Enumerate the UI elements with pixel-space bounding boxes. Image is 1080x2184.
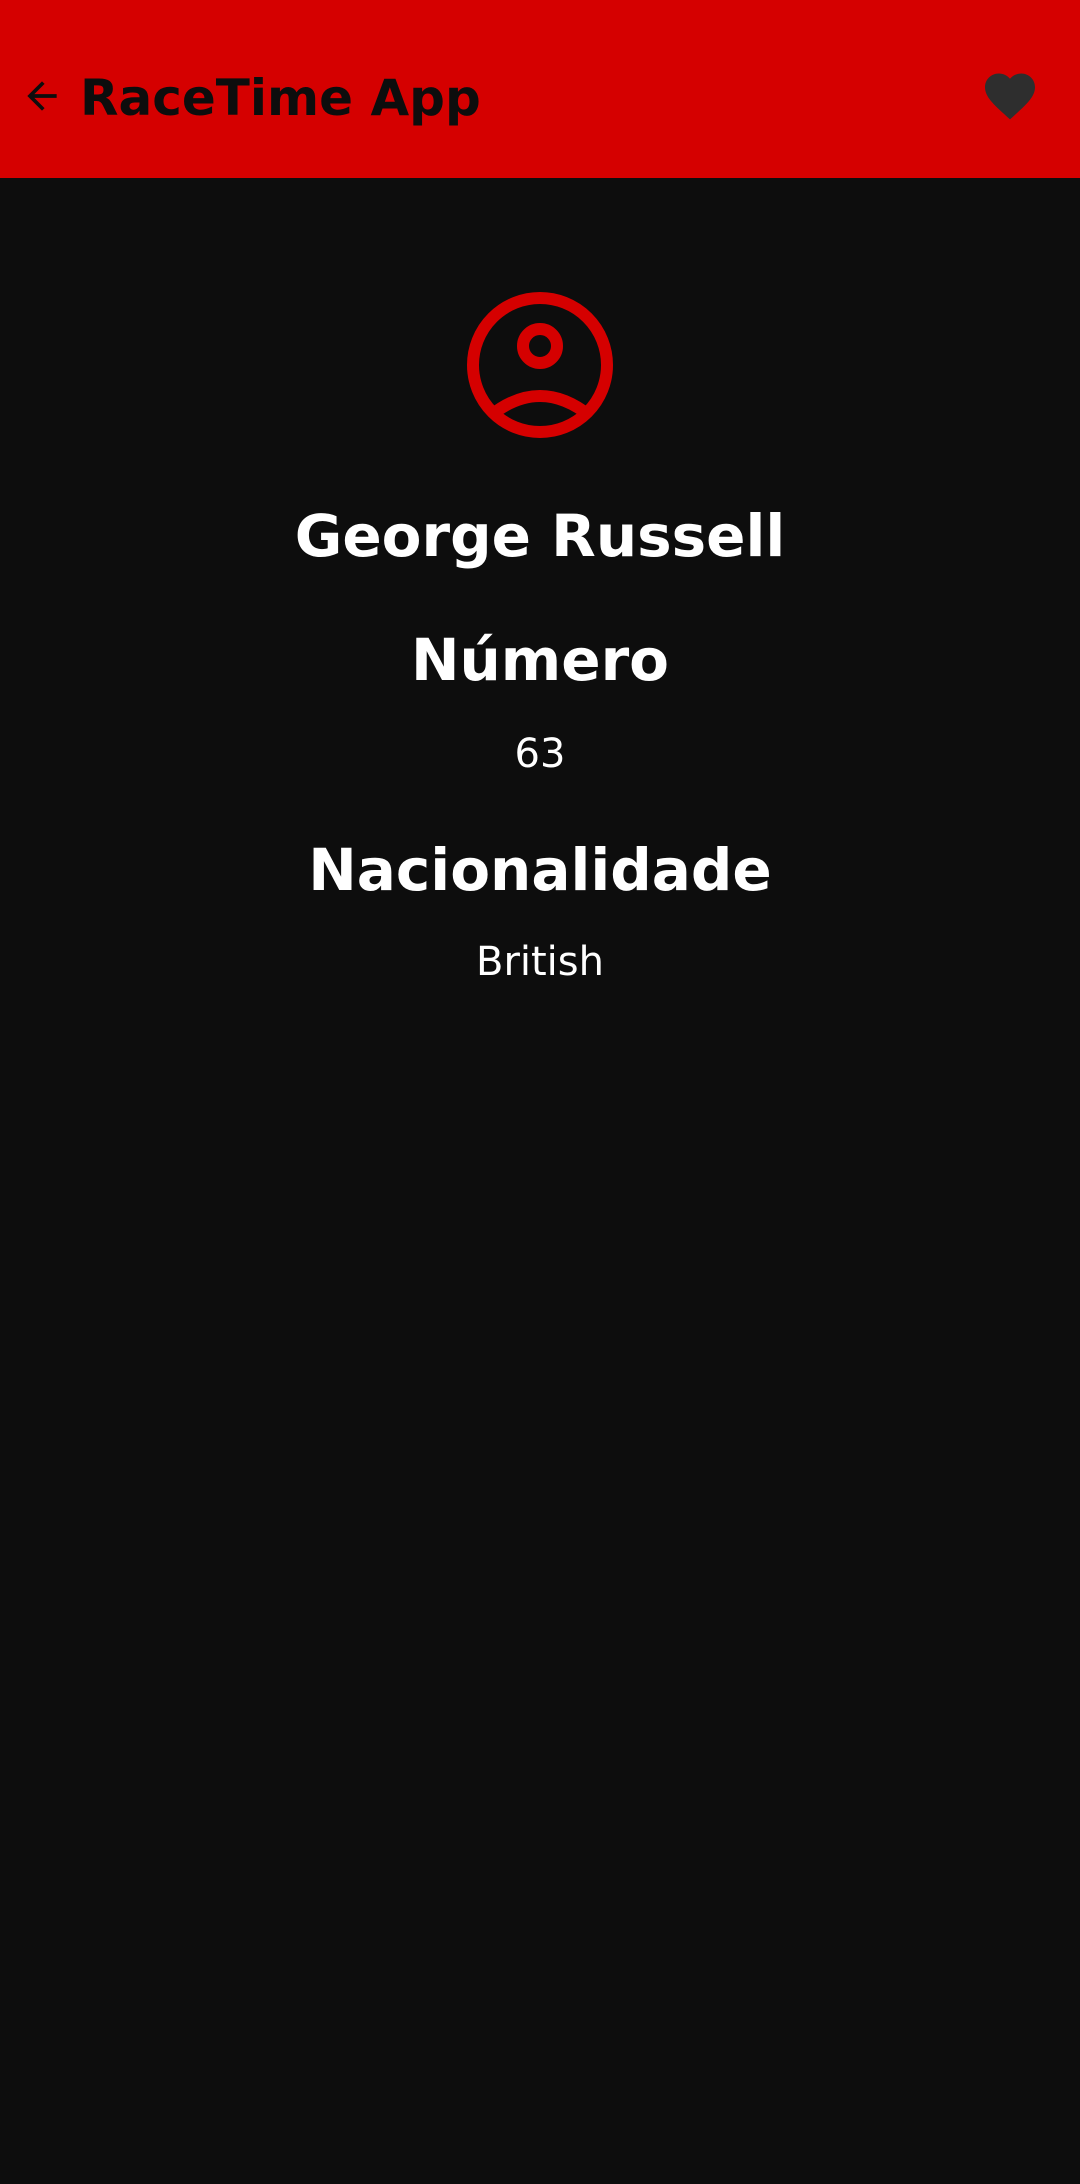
driver-name: George Russell	[294, 502, 786, 570]
arrow-left-icon	[27, 81, 57, 111]
heart-icon	[985, 73, 1035, 120]
back-button[interactable]	[14, 68, 70, 124]
nationality-label: Nacionalidade	[308, 836, 772, 904]
account-circle-icon	[467, 292, 613, 438]
app-title: RaceTime App	[80, 69, 481, 127]
nationality-value: British	[476, 939, 604, 985]
favorite-button[interactable]	[976, 64, 1044, 128]
number-label: Número	[410, 626, 670, 694]
number-value: 63	[514, 731, 566, 777]
app-bar: RaceTime App	[0, 0, 1080, 178]
